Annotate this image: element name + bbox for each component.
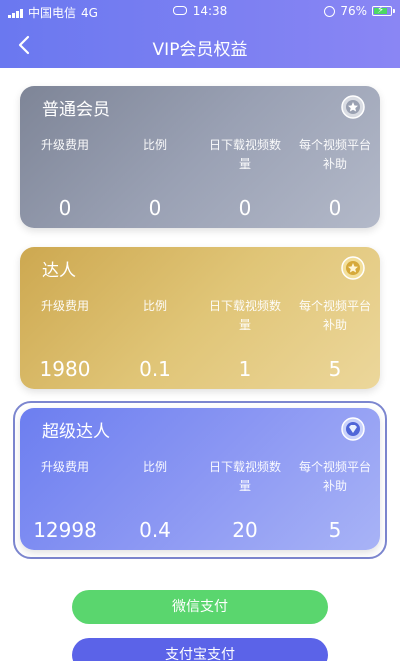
stat-value: 5 — [328, 357, 342, 381]
header: 中国电信 4G 14:38 76% ⚡ VIP会员权益 — [0, 0, 400, 68]
stat-label: 比例 — [142, 460, 167, 474]
nav-bar: VIP会员权益 — [0, 22, 400, 68]
stat-ratio: 比例 0 — [110, 136, 200, 220]
card-columns: 升级费用 1980 比例 0.1 日下载视频数量 1 每个视频平台补助 5 — [20, 297, 380, 381]
member-card-daren: 达人 升级费用 1980 比例 0.1 日下载视频数量 1 每个视频平台补助 5 — [20, 247, 380, 389]
wechat-pay-button[interactable]: 微信支付 — [72, 590, 328, 624]
stat-value: 12998 — [33, 518, 97, 542]
stat-value: 0 — [148, 196, 162, 220]
vip-benefits-page: 中国电信 4G 14:38 76% ⚡ VIP会员权益 普通会员 升级费用 0 … — [0, 0, 400, 661]
stat-value: 0 — [238, 196, 252, 220]
battery-percent: 76% — [340, 4, 367, 18]
stat-value: 0.4 — [139, 518, 171, 542]
stat-platform-subsidy: 每个视频平台补助 0 — [290, 136, 380, 220]
card-title: 超级达人 — [42, 422, 110, 442]
card-columns: 升级费用 12998 比例 0.4 日下载视频数量 20 每个视频平台补助 5 — [20, 458, 380, 542]
stat-value: 20 — [232, 518, 258, 542]
stat-upgrade-fee: 升级费用 1980 — [20, 297, 110, 381]
silver-medal-icon — [341, 95, 365, 119]
member-card-normal: 普通会员 升级费用 0 比例 0 日下载视频数量 0 每个视频平台补助 0 — [20, 86, 380, 228]
page-title: VIP会员权益 — [152, 40, 248, 60]
stat-value: 5 — [328, 518, 342, 542]
status-right: 76% ⚡ — [324, 4, 395, 18]
stat-label: 每个视频平台补助 — [298, 138, 371, 171]
stat-label: 日下载视频数量 — [208, 138, 281, 171]
alipay-button[interactable]: 支付宝支付 — [72, 638, 328, 661]
stat-daily-downloads: 日下载视频数量 20 — [200, 458, 290, 542]
stat-platform-subsidy: 每个视频平台补助 5 — [290, 458, 380, 542]
rotation-lock-icon — [324, 5, 336, 17]
stat-daily-downloads: 日下载视频数量 0 — [200, 136, 290, 220]
clock: 14:38 — [192, 4, 228, 18]
stat-value: 1980 — [39, 357, 91, 381]
stat-label: 升级费用 — [40, 460, 89, 474]
stat-value: 0.1 — [139, 357, 171, 381]
stat-label: 日下载视频数量 — [208, 299, 281, 332]
stat-upgrade-fee: 升级费用 12998 — [20, 458, 110, 542]
member-card-super-daren[interactable]: 超级达人 升级费用 12998 比例 0.4 日下载视频数量 20 每个视频平台… — [20, 408, 380, 550]
card-title: 普通会员 — [42, 100, 110, 120]
stat-daily-downloads: 日下载视频数量 1 — [200, 297, 290, 381]
stat-label: 升级费用 — [40, 138, 89, 152]
stat-label: 升级费用 — [40, 299, 89, 313]
stat-value: 1 — [238, 357, 252, 381]
stat-label: 每个视频平台补助 — [298, 460, 371, 493]
stat-ratio: 比例 0.1 — [110, 297, 200, 381]
link-icon — [172, 6, 187, 15]
stat-upgrade-fee: 升级费用 0 — [20, 136, 110, 220]
stat-label: 每个视频平台补助 — [298, 299, 371, 332]
stat-value: 0 — [58, 196, 72, 220]
stat-label: 日下载视频数量 — [208, 460, 281, 493]
card-columns: 升级费用 0 比例 0 日下载视频数量 0 每个视频平台补助 0 — [20, 136, 380, 220]
stat-label: 比例 — [142, 299, 167, 313]
gold-medal-icon — [341, 256, 365, 280]
card-title: 达人 — [42, 261, 76, 281]
battery-icon: ⚡ — [372, 5, 395, 16]
status-bar: 中国电信 4G 14:38 76% ⚡ — [0, 0, 400, 22]
stat-platform-subsidy: 每个视频平台补助 5 — [290, 297, 380, 381]
stat-ratio: 比例 0.4 — [110, 458, 200, 542]
diamond-medal-icon — [341, 417, 365, 441]
stat-value: 0 — [328, 196, 342, 220]
stat-label: 比例 — [142, 138, 167, 152]
